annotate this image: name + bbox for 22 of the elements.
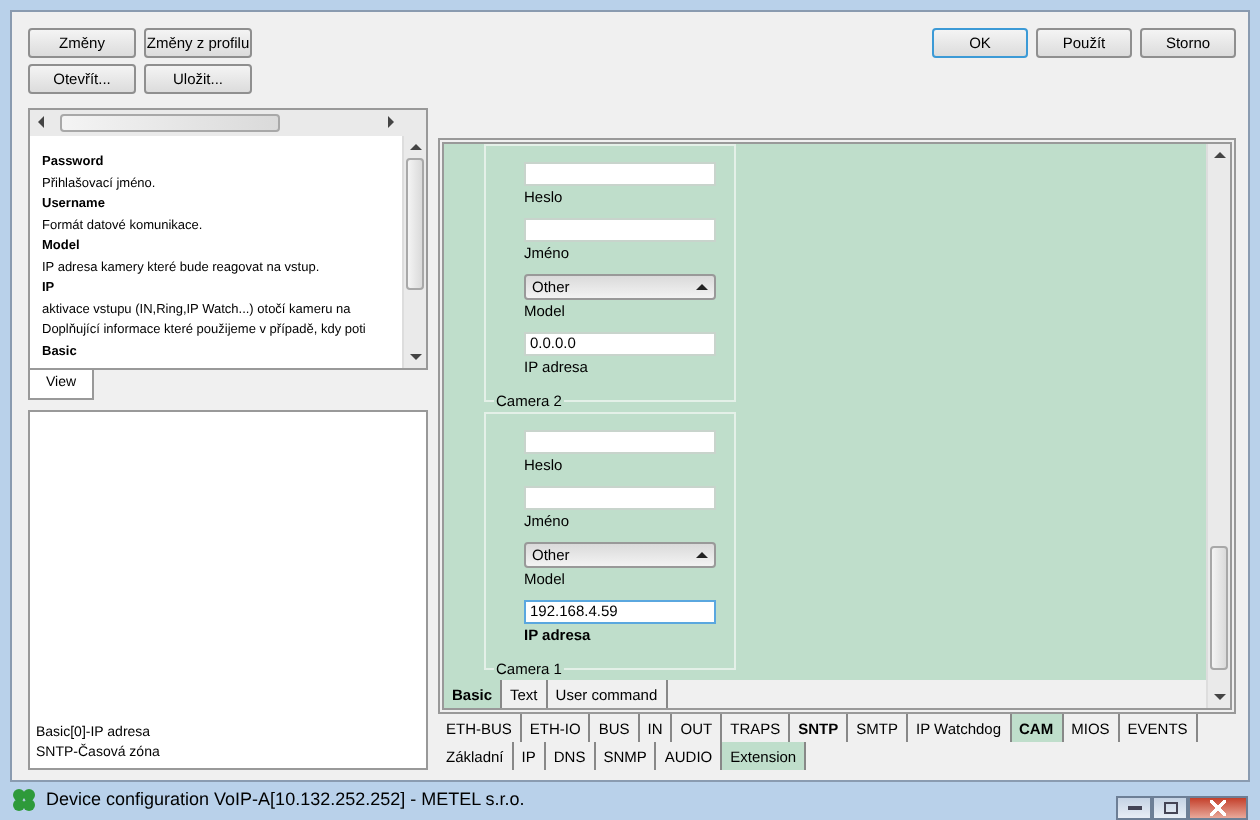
window-title: Device configuration VoIP-A[10.132.252.252] - METEL s.r.o. — [46, 787, 525, 814]
minimize-icon — [1127, 806, 1141, 810]
caret-icon — [696, 284, 708, 290]
vertical-scrollbar[interactable] — [402, 136, 426, 368]
scrollbar-thumb[interactable] — [406, 158, 424, 290]
close-icon — [1210, 800, 1226, 816]
close-button[interactable] — [1188, 796, 1248, 820]
input-field[interactable] — [524, 218, 716, 242]
input-field[interactable] — [524, 430, 716, 454]
maximize-button[interactable] — [1152, 796, 1188, 820]
scroll-left-icon[interactable] — [38, 117, 44, 129]
scroll-right-icon[interactable] — [388, 117, 394, 129]
horizontal-scrollbar[interactable] — [30, 110, 426, 136]
vertical-scrollbar[interactable] — [1206, 144, 1230, 708]
minimize-button[interactable] — [1116, 796, 1152, 820]
maximize-icon — [1163, 802, 1177, 814]
caret-icon — [696, 552, 708, 558]
clover-icon — [12, 789, 36, 813]
input-field[interactable] — [524, 162, 716, 186]
scrollbar-thumb[interactable] — [60, 114, 280, 132]
input-field[interactable] — [524, 486, 716, 510]
scrollbar-thumb[interactable] — [1210, 546, 1228, 670]
